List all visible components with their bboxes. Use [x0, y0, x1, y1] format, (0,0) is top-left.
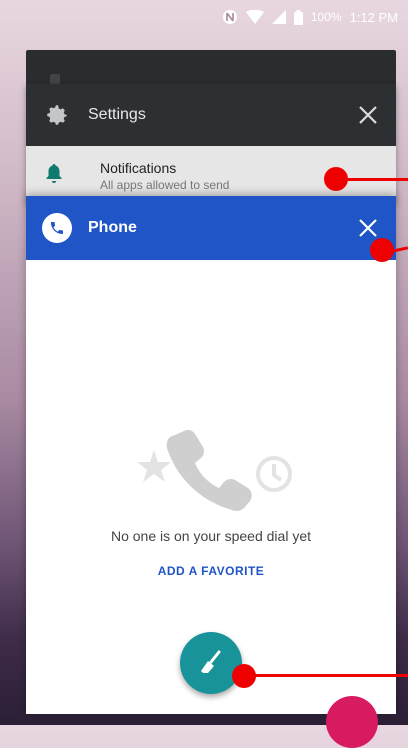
app-icon-placeholder [50, 74, 60, 84]
close-icon [359, 106, 377, 124]
clock-icon [256, 456, 292, 492]
clear-all-button[interactable] [180, 632, 242, 694]
battery-percent: 100% [310, 10, 342, 24]
status-bar: 100% 1:12 PM [0, 0, 408, 34]
annotation-line [254, 674, 408, 677]
clock: 1:12 PM [349, 9, 398, 25]
broom-icon [201, 650, 221, 673]
notifications-subtitle: All apps allowed to send [100, 178, 230, 192]
settings-card-header: Settings [26, 84, 396, 146]
add-favorite-link[interactable]: ADD A FAVORITE [26, 564, 396, 578]
close-icon [359, 219, 377, 237]
dismiss-settings-button[interactable] [340, 87, 396, 143]
annotation-line [346, 178, 408, 181]
battery-icon [293, 9, 303, 25]
phone-icon [42, 213, 72, 243]
phone-large-icon [166, 429, 252, 512]
speed-dial-empty-illustration [134, 422, 294, 522]
gear-icon [26, 102, 88, 128]
annotation-marker [370, 238, 394, 262]
cell-signal-icon [271, 10, 286, 24]
phone-card-title: Phone [88, 219, 137, 236]
wifi-icon [245, 10, 264, 24]
notifications-title: Notifications [100, 160, 177, 176]
nfc-icon [222, 9, 238, 25]
bell-icon [26, 160, 82, 192]
star-icon [137, 450, 171, 482]
empty-speed-dial-message: No one is on your speed dial yet [110, 528, 311, 544]
phone-card-header: Phone [26, 196, 396, 260]
settings-card-title: Settings [88, 106, 146, 123]
background-fab [326, 696, 378, 748]
annotation-marker [232, 664, 256, 688]
annotation-marker [324, 167, 348, 191]
